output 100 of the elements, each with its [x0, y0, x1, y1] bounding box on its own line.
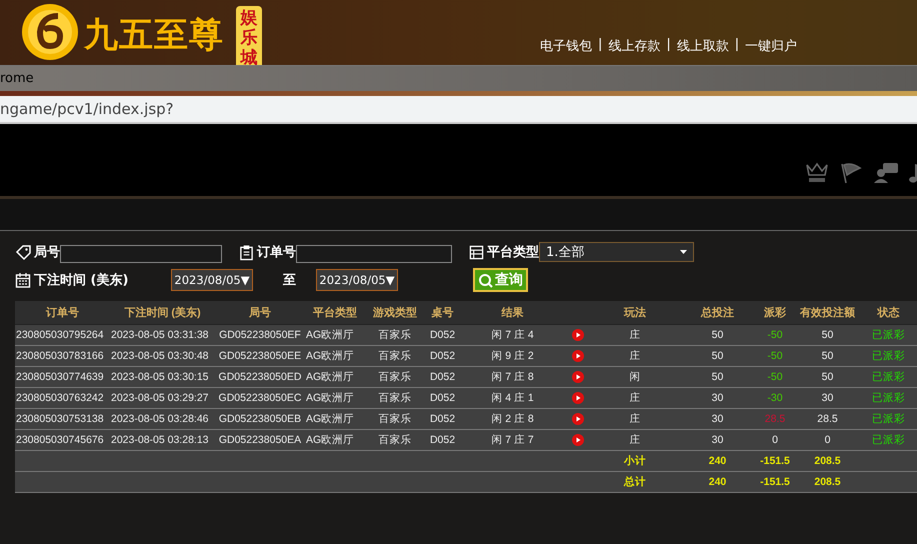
status-cell: 已派彩 — [860, 408, 917, 430]
header-link[interactable]: 线上取款 — [676, 37, 729, 55]
summary-cell: 240 — [680, 450, 755, 472]
status-cell: 已派彩 — [860, 430, 917, 450]
column-header: 总投注 — [680, 301, 755, 324]
table-cell: 30 — [680, 388, 755, 408]
summary-cell: -151.5 — [755, 450, 795, 472]
table-cell: 闲 4 庄 1 — [460, 388, 565, 408]
play-icon[interactable] — [572, 350, 584, 362]
table-cell: 2023-08-05 03:28:13 — [110, 430, 215, 450]
table-cell: 230805030774639 — [15, 366, 110, 388]
summary-cell: 小计 — [590, 450, 680, 472]
column-header: 局号 — [215, 301, 305, 324]
platform-dropdown[interactable]: 1.全部 — [539, 242, 694, 262]
date-range-label: 至 — [283, 272, 296, 289]
chat-person-icon[interactable] — [873, 162, 899, 184]
table-cell: 30 — [795, 388, 860, 408]
column-header: 订单号 — [15, 301, 110, 324]
table-cell: 50 — [680, 346, 755, 366]
table-cell: 庄 — [590, 324, 680, 346]
play-icon[interactable] — [572, 371, 584, 383]
column-header: 平台类型 — [305, 301, 365, 324]
table-cell: 闲 7 庄 7 — [460, 430, 565, 450]
header-link[interactable]: 线上存款 — [608, 37, 660, 55]
logo-icon — [20, 2, 80, 62]
separator: | — [734, 37, 740, 54]
table-cell: -50 — [755, 324, 795, 346]
summary-cell: 240 — [680, 472, 755, 492]
table-cell: -30 — [755, 388, 795, 408]
address-field[interactable]: ngame/pcv1/index.jsp? — [0, 100, 174, 118]
separator: | — [666, 37, 671, 54]
play-icon[interactable] — [572, 329, 584, 341]
table-cell: 2023-08-05 03:29:27 — [110, 388, 215, 408]
table-cell: GD052238050EB — [215, 408, 305, 430]
separator: | — [598, 37, 602, 54]
table-cell: AG欧洲厅 — [305, 430, 365, 450]
window-title: rome — [0, 71, 34, 86]
table-cell: 庄 — [590, 430, 680, 450]
status-cell: 已派彩 — [860, 366, 917, 388]
table-cell: 50 — [795, 346, 860, 366]
table-cell: 百家乐 — [365, 430, 425, 450]
table-cell: 230805030753138 — [15, 408, 110, 430]
table-cell: D052 — [425, 324, 460, 346]
table-cell: 0 — [795, 430, 860, 450]
table-cell: GD052238050EC — [215, 388, 305, 408]
table-cell: D052 — [425, 366, 460, 388]
column-header: 玩法 — [590, 301, 680, 324]
table-cell: 闲 — [590, 366, 680, 388]
summary-cell: -151.5 — [755, 472, 795, 492]
status-cell: 已派彩 — [860, 324, 917, 346]
table-cell: 30 — [680, 408, 755, 430]
order-input-field[interactable] — [296, 245, 452, 263]
table-cell: 2023-08-05 03:30:48 — [110, 346, 215, 366]
field-label: 下注时间 (美东) — [34, 272, 128, 289]
header-link[interactable]: 电子钱包 — [540, 37, 592, 55]
calendar-icon — [15, 272, 31, 288]
table-cell: -50 — [755, 346, 795, 366]
table-cell: 2023-08-05 03:28:46 — [110, 408, 215, 430]
clipboard-icon — [239, 244, 254, 260]
table-cell: -50 — [755, 366, 795, 388]
column-header: 有效投注额 — [795, 301, 860, 324]
table-cell: 闲 7 庄 8 — [460, 366, 565, 388]
table-cell: 230805030795264 — [15, 324, 110, 346]
table-cell: 30 — [680, 430, 755, 450]
date-field[interactable]: 2023/08/05▼ — [171, 269, 253, 291]
table-cell: AG欧洲厅 — [305, 366, 365, 388]
table-cell: GD052238050EA — [215, 430, 305, 450]
flag-icon[interactable] — [839, 162, 863, 184]
table-cell: GD052238050EF — [215, 324, 305, 346]
table-cell: 50 — [795, 324, 860, 346]
table-cell: 2023-08-05 03:30:15 — [110, 366, 215, 388]
table-cell: D052 — [425, 430, 460, 450]
date-field[interactable]: 2023/08/05▼ — [316, 269, 398, 291]
table-cell: 百家乐 — [365, 324, 425, 346]
column-header: 下注时间 (美东) — [110, 301, 215, 324]
header-link[interactable]: 一键归户 — [745, 37, 798, 55]
play-icon[interactable] — [572, 413, 584, 425]
summary-cell: 208.5 — [795, 472, 860, 492]
table-cell: AG欧洲厅 — [305, 324, 365, 346]
field-label: 平台类型 — [487, 244, 539, 261]
column-header: 派彩 — [755, 301, 795, 324]
column-header: 桌号 — [425, 301, 460, 324]
table-cell: GD052238050EE — [215, 346, 305, 366]
status-cell: 已派彩 — [860, 388, 917, 408]
table-cell: 50 — [795, 366, 860, 388]
play-icon[interactable] — [572, 392, 584, 404]
summary-cell: 208.5 — [795, 450, 860, 472]
table-cell: 闲 7 庄 4 — [460, 324, 565, 346]
vip-crown-icon[interactable] — [805, 162, 829, 184]
column-header: 结果 — [460, 301, 565, 324]
table-cell: AG欧洲厅 — [305, 346, 365, 366]
table-cell: 50 — [680, 324, 755, 346]
table-cell: 庄 — [590, 346, 680, 366]
table-cell: 230805030783166 — [15, 346, 110, 366]
round-input-field[interactable] — [60, 245, 222, 263]
search-icon — [478, 272, 493, 288]
column-header: 游戏类型 — [365, 301, 425, 324]
play-icon[interactable] — [572, 434, 584, 446]
brand-name: 九五至尊 — [84, 14, 224, 57]
table-cell: D052 — [425, 388, 460, 408]
